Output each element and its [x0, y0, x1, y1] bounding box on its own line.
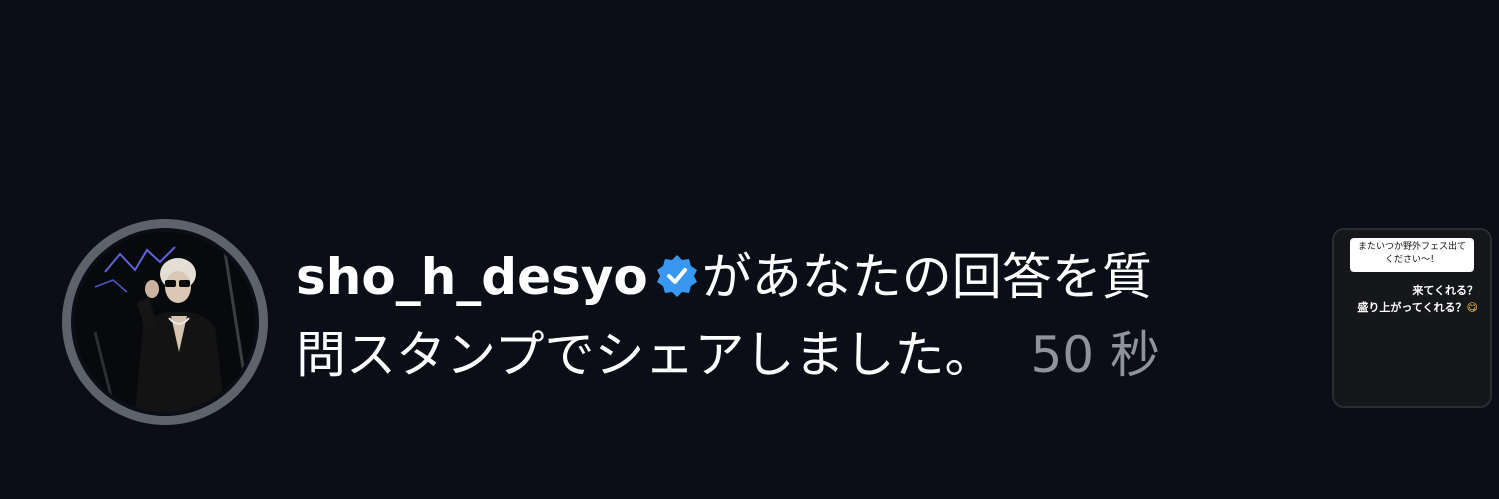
message-text-1: があなたの回答を質 [701, 248, 1152, 306]
avatar[interactable] [75, 232, 255, 412]
answer-line-1: 来てくれる？ [1412, 284, 1478, 297]
timestamp: 50 秒 [1030, 326, 1161, 384]
answer-line-2: 盛り上がってくれる？ [1357, 301, 1467, 314]
message-line-1: sho_h_desyo があなたの回答を質 [296, 238, 1306, 316]
notification-message: sho_h_desyo があなたの回答を質 問スタンプでシェアしました。 50 秒 [296, 238, 1306, 394]
story-thumbnail[interactable]: またいつか野外フェス出てください〜！ 来てくれる？ 盛り上がってくれる？😋 [1332, 228, 1492, 408]
answer-line-2-wrap: 盛り上がってくれる？😋 [1348, 299, 1478, 316]
username-link[interactable]: sho_h_desyo [296, 248, 648, 306]
message-text-2: 問スタンプでシェアしました。 [296, 326, 995, 384]
answer-text: 来てくれる？ 盛り上がってくれる？😋 [1348, 282, 1478, 316]
story-ring[interactable] [62, 219, 268, 425]
activity-notification[interactable]: sho_h_desyo があなたの回答を質 問スタンプでシェアしました。 50 秒… [0, 0, 1499, 499]
avatar-photo [75, 232, 255, 412]
answer-emoji: 😋 [1466, 301, 1478, 314]
question-sticker: またいつか野外フェス出てください〜！ [1350, 238, 1474, 272]
message-line-2: 問スタンプでシェアしました。 50 秒 [296, 316, 1306, 394]
verified-badge-icon [654, 253, 700, 299]
